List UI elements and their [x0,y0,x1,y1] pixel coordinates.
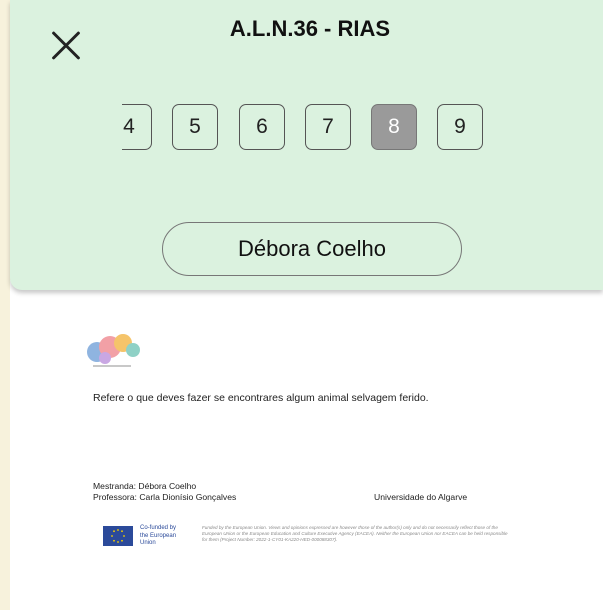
left-edge-strip [0,0,10,610]
page-button-8-active[interactable]: 8 [371,104,417,150]
project-logo [87,334,140,367]
student-credit: Mestranda: Débora Coelho [93,481,197,491]
close-icon[interactable] [50,30,82,62]
top-panel: A.L.N.36 - RIAS 4 5 6 7 8 9 Débora Coelh… [10,0,603,290]
document-page: Refere o que deves fazer se encontrares … [10,280,603,610]
eu-cofunded-label: Co-funded by the European Union [140,525,190,548]
student-name-button[interactable]: Débora Coelho [162,222,462,276]
page-button-7[interactable]: 7 [305,104,351,150]
eu-label-line-2: the European Union [140,532,177,547]
page-button-4[interactable]: 4 [122,104,152,150]
eu-flag-icon [103,526,133,546]
page-title: A.L.N.36 - RIAS [229,16,391,41]
question-text: Refere o que deves fazer se encontrares … [93,392,429,404]
page-button-5[interactable]: 5 [172,104,218,150]
page-button-9[interactable]: 9 [437,104,483,150]
credits-block: Mestranda: Débora Coelho Professora: Car… [93,481,236,503]
page-selector: 4 5 6 7 8 9 [122,102,542,154]
teacher-credit: Professora: Carla Dionísio Gonçalves [93,492,237,502]
eu-label-line-1: Co-funded by [140,525,177,531]
page-button-6[interactable]: 6 [239,104,285,150]
funding-disclaimer: Funded by the European Union. Views and … [202,525,508,542]
university-name: Universidade do Algarve [374,492,468,502]
